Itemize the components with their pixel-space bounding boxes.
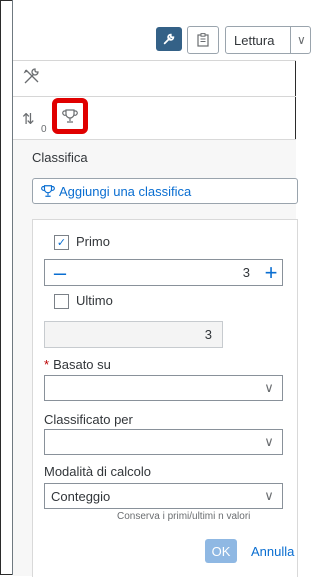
chevron-down-icon: ∨ [264,488,274,503]
ranking-panel: Classifica Aggiungi una classifica ✓ Pri… [13,139,298,577]
calc-mode-value: Conteggio [51,488,111,504]
tools-divider [13,96,296,97]
last-checkbox[interactable] [54,294,69,309]
trophy-button[interactable] [52,98,88,134]
first-label: Primo [76,234,110,249]
calc-mode-hint: Conserva i primi/ultimi n valori [117,511,251,522]
first-checkbox[interactable]: ✓ [54,235,69,250]
first-value[interactable]: 3 [75,265,260,280]
toolbar: Lettura ∨ [13,0,311,60]
cancel-button[interactable]: Annulla [251,539,311,563]
wrench-button[interactable] [156,27,182,51]
chevron-down-icon: ∨ [297,33,306,47]
add-ranking-button[interactable]: Aggiungi una classifica [32,178,298,204]
wrench-icon [163,33,175,45]
mode-select-label: Lettura [234,32,275,48]
toolbar-divider [13,60,296,61]
add-ranking-label: Aggiungi una classifica [59,183,192,199]
minus-icon[interactable]: – [45,261,75,283]
chevron-down-icon: ∨ [264,380,274,395]
clipboard-button[interactable] [187,26,219,54]
ranked-by-label: Classificato per [44,412,133,427]
trophy-icon [41,184,55,198]
calc-mode-select[interactable]: Conteggio ∨ [44,483,283,509]
plus-icon[interactable]: + [260,261,282,283]
mode-select[interactable]: Lettura ∨ [225,26,311,54]
tools-icon[interactable] [22,66,42,86]
first-stepper[interactable]: – 3 + [44,259,283,286]
sort-icon[interactable]: ⇅ [22,110,35,128]
based-on-label: * Basato su [44,357,111,372]
panel-title: Classifica [32,150,88,165]
clipboard-icon [197,33,209,47]
last-label: Ultimo [76,293,113,308]
sort-subscript: 0 [41,124,47,135]
calc-mode-label: Modalità di calcolo [44,464,151,479]
ranked-by-select[interactable]: ∨ [44,429,283,455]
based-on-select[interactable]: ∨ [44,375,283,401]
chevron-down-icon: ∨ [264,434,274,449]
ranking-card: ✓ Primo – 3 + Ultimo 3 * Basato su ∨ Clas… [32,219,298,577]
ok-button[interactable]: OK [205,539,237,563]
required-indicator: * [44,357,50,372]
trophy-icon [62,109,78,123]
last-stepper: 3 [44,321,223,348]
last-value: 3 [204,327,212,342]
